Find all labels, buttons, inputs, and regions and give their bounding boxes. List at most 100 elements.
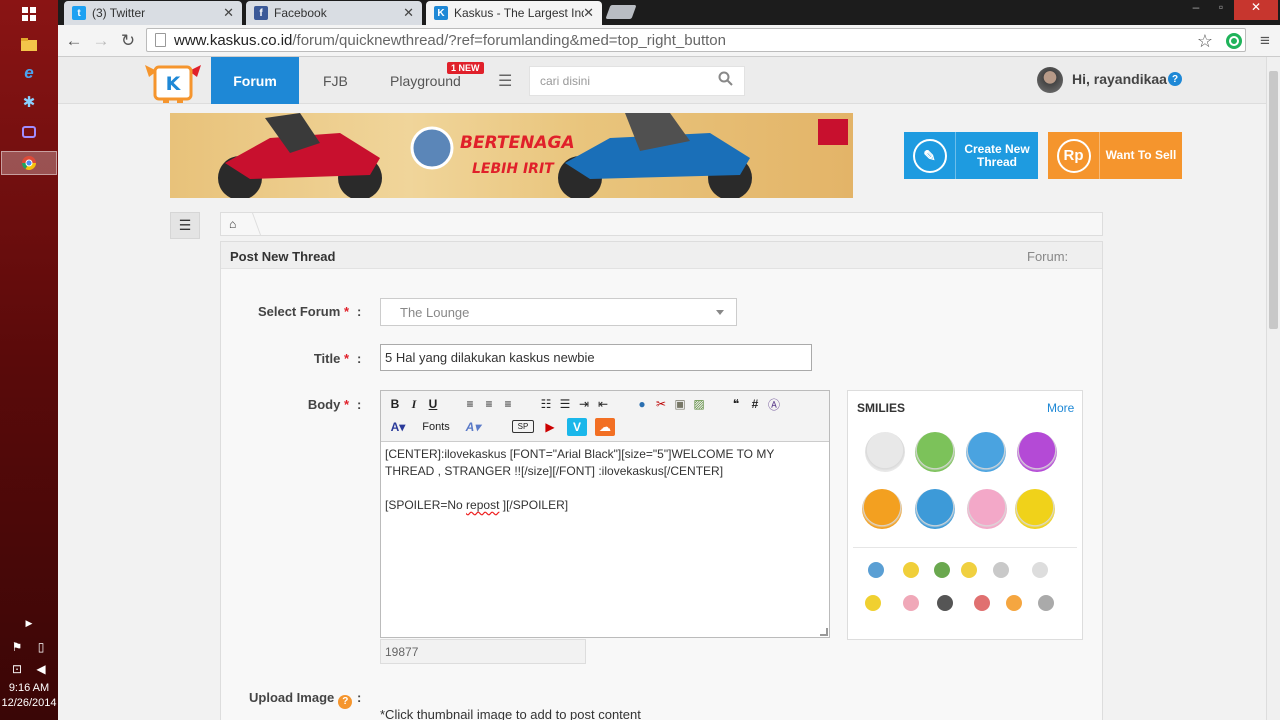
smiley-small-icon[interactable] [974,595,990,611]
system-clock[interactable]: 9:16 AM 12/26/2014 [0,681,58,711]
close-window-button[interactable]: ✕ [1234,0,1278,20]
close-icon[interactable]: ✕ [403,5,414,21]
sidebar-toggle-icon[interactable]: ☰ [170,212,200,239]
search-input[interactable]: cari disini [529,66,745,96]
avatar[interactable] [1037,67,1063,93]
spellcheck-error[interactable]: repost [466,498,499,512]
rupiah-icon: Rp [1048,132,1100,179]
spoiler-icon[interactable]: SP [512,420,534,433]
smiley-icon[interactable] [966,432,1006,472]
bold-icon[interactable]: B [386,395,404,413]
media-player-icon[interactable] [15,121,43,143]
close-icon[interactable]: ✕ [583,5,594,21]
title-input[interactable]: 5 Hal yang dilakukan kaskus newbie [380,344,812,371]
show-hidden-icons-icon[interactable]: ▶ [15,612,43,634]
smiley-icon[interactable] [915,432,955,472]
outdent-icon[interactable]: ⇤ [594,395,612,413]
smiley-icon[interactable] [967,489,1007,529]
text-color-icon[interactable]: A▾ [386,418,410,436]
indent-icon[interactable]: ⇥ [575,395,593,413]
smiley-small-icon[interactable] [865,595,881,611]
want-to-sell-button[interactable]: Rp Want To Sell [1048,132,1182,179]
smiley-small-icon[interactable] [961,562,977,578]
chrome-taskbar-icon[interactable] [1,151,57,175]
image-icon[interactable]: ▨ [690,395,708,413]
underline-icon[interactable]: U [424,395,442,413]
back-button[interactable]: ← [63,30,85,52]
home-icon[interactable]: ⌂ [229,217,236,231]
help-icon[interactable]: ? [1168,72,1182,86]
align-center-icon[interactable]: ≡ [480,395,498,413]
power-icon[interactable]: ▯ [30,636,52,658]
smiley-small-icon[interactable] [868,562,884,578]
soundcloud-icon[interactable]: ☁ [595,418,615,436]
tab-facebook[interactable]: f Facebook ✕ [246,1,422,25]
smiley-small-icon[interactable] [903,562,919,578]
clear-format-icon[interactable]: Ⓐ [765,395,783,413]
smiley-small-icon[interactable] [993,562,1009,578]
new-tab-button[interactable] [605,5,637,19]
vimeo-icon[interactable]: V [567,418,587,436]
list-menu-icon[interactable]: ☰ [498,71,512,91]
address-bar[interactable]: www.kaskus.co.id/forum/quicknewthread/?r… [146,28,1246,52]
smilies-more-link[interactable]: More [1047,401,1074,415]
smiley-small-icon[interactable] [1006,595,1022,611]
smiley-icon[interactable] [915,489,955,529]
user-greeting[interactable]: Hi, rayandikaa [1072,71,1167,87]
smiley-small-icon[interactable] [937,595,953,611]
reload-button[interactable]: ↻ [117,30,139,52]
windows-start-icon[interactable] [15,3,43,25]
numbered-list-icon[interactable]: ☰ [556,395,574,413]
smiley-icon[interactable] [1017,432,1057,472]
nav-forum[interactable]: Forum [211,57,299,104]
smiley-icon[interactable] [862,489,902,529]
link-icon[interactable]: ● [633,395,651,413]
bullet-list-icon[interactable]: ☷ [537,395,555,413]
smiley-small-icon[interactable] [1032,562,1048,578]
smiley-small-icon[interactable] [934,562,950,578]
search-icon[interactable] [718,71,733,91]
body-editor[interactable]: B I U ≡ ≡ ≡ ☷ ☰ ⇥ ⇤ ● ✂ ▣ ▨ ❝ # Ⓐ A▾ Fon… [380,390,830,638]
smiley-small-icon[interactable] [1038,595,1054,611]
smiley-small-icon[interactable] [903,595,919,611]
attachment-icon[interactable]: ▣ [671,395,689,413]
nav-fjb[interactable]: FJB [323,57,348,104]
advertisement-banner[interactable]: BERTENAGA LEBIH IRIT [170,113,853,198]
smiley-icon[interactable] [865,432,905,472]
align-left-icon[interactable]: ≡ [461,395,479,413]
star-icon[interactable]: ☆ [1194,30,1216,52]
extension-icon[interactable] [1223,30,1245,52]
menu-icon[interactable]: ≡ [1254,30,1276,52]
align-right-icon[interactable]: ≡ [499,395,517,413]
font-size-icon[interactable]: A▾ [461,418,485,436]
italic-icon[interactable]: I [405,395,423,413]
page-scrollbar[interactable] [1266,57,1280,720]
fonts-dropdown[interactable]: Fonts [419,418,453,436]
help-icon[interactable]: ? [338,694,353,709]
forward-button[interactable]: → [90,30,112,52]
title-label: Title * [313,351,349,366]
volume-icon[interactable]: ◀ [30,658,52,680]
maximize-button[interactable]: ▫ [1211,0,1231,20]
quote-icon[interactable]: ❝ [727,395,745,413]
editor-content[interactable]: [CENTER]:ilovekaskus [FONT="Arial Black"… [385,446,825,531]
create-new-thread-button[interactable]: ✎ Create New Thread [904,132,1038,179]
close-icon[interactable]: ✕ [223,5,234,21]
tab-twitter[interactable]: t (3) Twitter ✕ [64,1,242,25]
select-forum-dropdown[interactable]: The Lounge [380,298,737,326]
youtube-icon[interactable]: ▶ [541,418,559,436]
app-icon[interactable]: ✱ [15,91,43,113]
scrollbar-thumb[interactable] [1269,71,1278,329]
minimize-button[interactable]: ‒ [1186,0,1206,20]
file-explorer-icon[interactable] [15,33,43,55]
tab-kaskus[interactable]: K Kaskus - The Largest Indo ✕ [426,1,602,25]
flag-icon[interactable]: ⚑ [6,636,28,658]
network-icon[interactable]: ⊡ [6,658,28,680]
smiley-icon[interactable] [1015,489,1055,529]
resize-handle[interactable] [820,628,828,636]
internet-explorer-icon[interactable]: e [15,62,43,84]
hash-icon[interactable]: # [746,395,764,413]
kaskus-logo[interactable]: K [143,59,203,103]
unlink-icon[interactable]: ✂ [652,395,670,413]
windows-taskbar: e ✱ ▶ ⚑ ▯ ⊡ ◀ 9:16 AM 12/26/2014 [0,0,58,720]
